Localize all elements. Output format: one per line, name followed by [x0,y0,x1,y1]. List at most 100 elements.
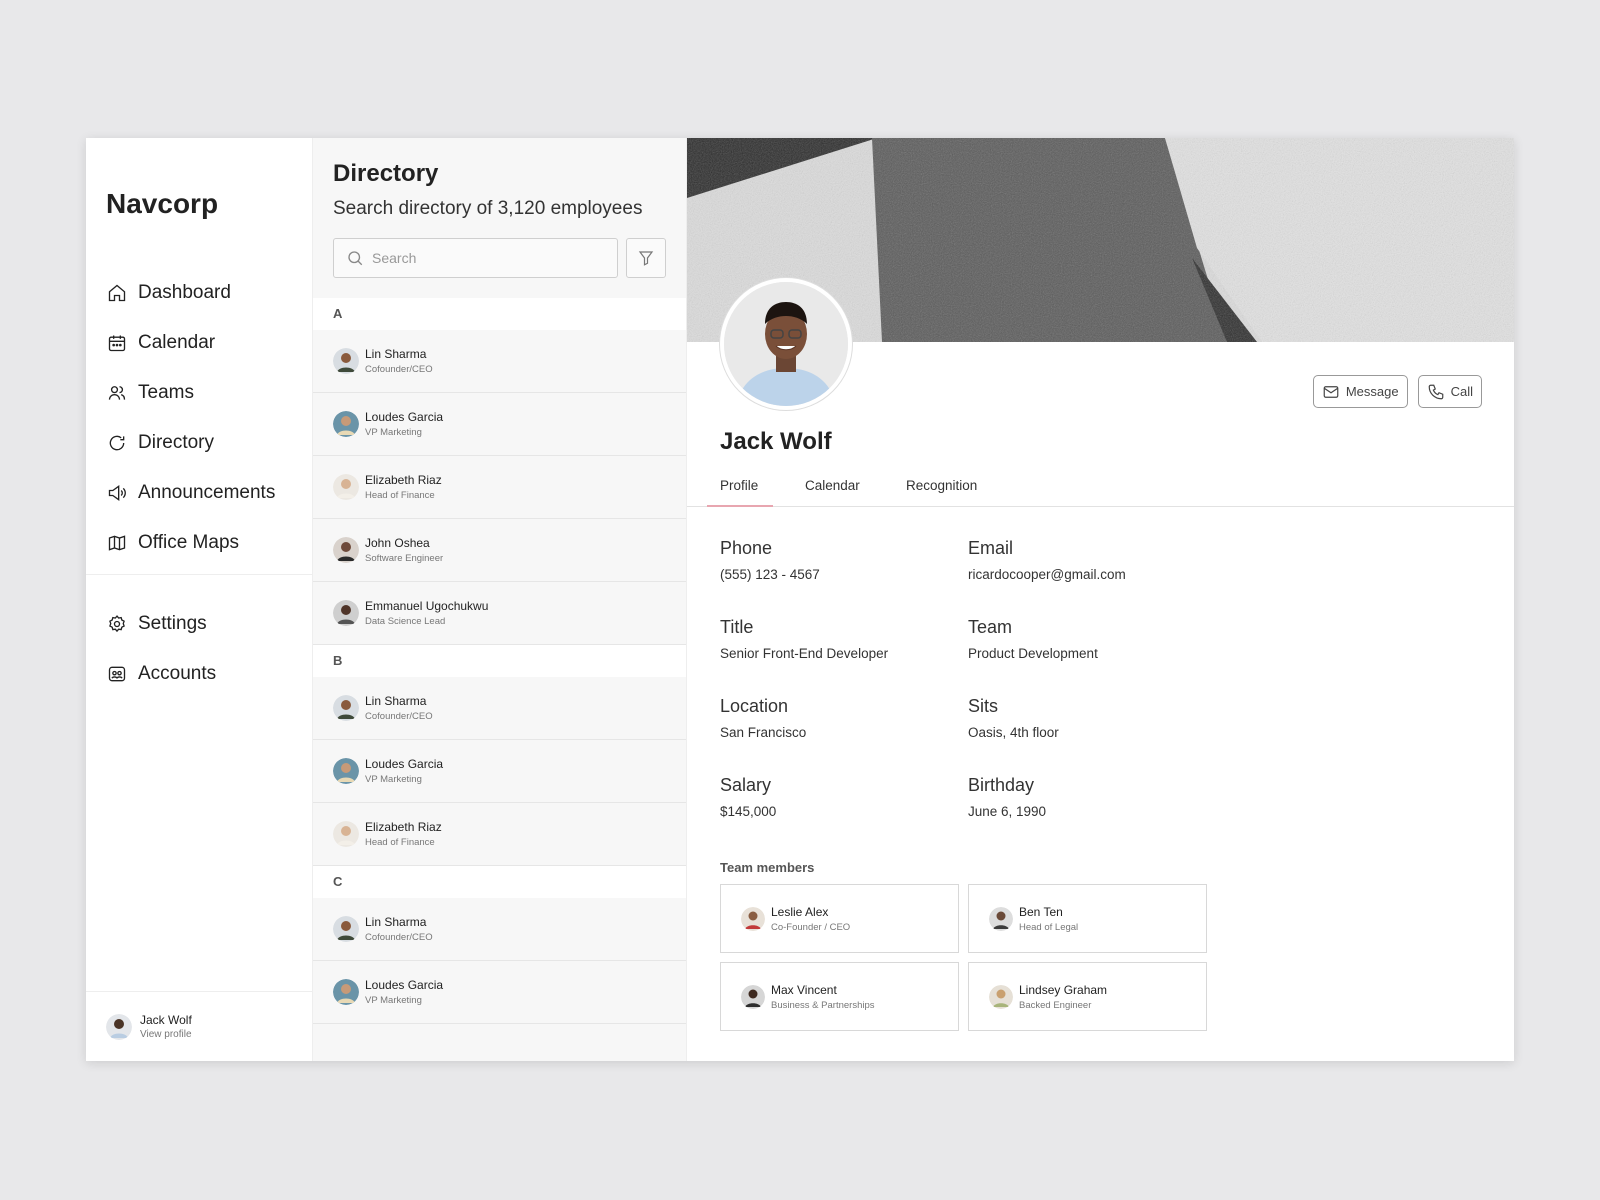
member-name: Leslie Alex [771,904,829,919]
tab-calendar[interactable]: Calendar [805,478,860,493]
person-name: John Oshea [365,536,430,550]
field-value: Oasis, 4th floor [968,725,1059,740]
filter-button[interactable] [626,238,666,278]
sidebar-item-directory[interactable]: Directory [86,418,312,468]
home-icon [106,282,128,304]
avatar [333,979,359,1005]
team-member-card[interactable]: Ben Ten Head of Legal [968,884,1207,953]
users-icon [106,382,128,404]
group-letter: A [313,298,686,330]
current-user[interactable]: Jack Wolf View profile [86,991,312,1061]
sidebar-item-teams[interactable]: Teams [86,368,312,418]
directory-icon [106,432,128,454]
list-item[interactable]: Elizabeth Riaz Head of Finance [313,456,686,519]
profile-actions: Message Call [1303,375,1482,408]
list-item[interactable]: Loudes Garcia VP Marketing [313,393,686,456]
calendar-icon [106,332,128,354]
field-label: Location [720,696,789,716]
sidebar-item-dashboard[interactable]: Dashboard [86,268,312,318]
field-value: June 6, 1990 [968,804,1047,819]
member-name: Ben Ten [1019,904,1063,919]
list-item[interactable]: Emmanuel Ugochukwu Data Science Lead [313,582,686,645]
call-button[interactable]: Call [1417,375,1482,408]
field-label: Birthday [968,775,1035,795]
app-window: Navcorp Dashboard Calendar Teams Directo… [86,138,1514,1061]
sidebar-nav: Dashboard Calendar Teams Directory Annou… [86,268,312,699]
field-label: Team [968,617,1013,637]
person-role: VP Marketing [365,427,422,438]
mail-icon [1323,385,1339,398]
avatar [741,906,765,931]
field-label: Title [720,617,754,637]
tab-profile[interactable]: Profile [720,478,758,493]
directory-subtitle: Search directory of 3,120 employees [333,198,643,219]
avatar [989,906,1013,931]
person-role: Head of Finance [365,837,435,848]
avatar [333,695,359,721]
profile-tabs: Profile Calendar Recognition [687,468,1514,507]
active-tab-indicator [707,505,773,507]
person-role: Cofounder/CEO [365,711,433,722]
search-placeholder: Search [372,250,417,266]
view-profile-link[interactable]: View profile [140,1029,192,1040]
sidebar-item-calendar[interactable]: Calendar [86,318,312,368]
directory-title: Directory [333,160,439,187]
sidebar-divider [86,574,312,575]
person-role: VP Marketing [365,774,422,785]
phone-icon [1428,384,1443,399]
team-member-card[interactable]: Leslie Alex Co-Founder / CEO [720,884,959,953]
profile-panel: Message Call Jack Wolf Profile Calendar … [687,138,1514,1061]
sidebar-item-settings[interactable]: Settings [86,599,312,649]
message-button[interactable]: Message [1312,375,1408,408]
list-item[interactable]: Lin Sharma Cofounder/CEO [313,330,686,393]
person-name: Elizabeth Riaz [365,473,442,487]
field-label: Email [968,538,1014,558]
avatar [333,916,359,942]
filter-icon [638,251,654,266]
member-name: Max Vincent [771,982,837,997]
sidebar-item-label: Directory [138,432,215,453]
field-team: Team Product Development [968,617,1098,661]
megaphone-icon [106,482,128,504]
avatar [333,348,359,374]
avatar [333,821,359,847]
field-value: Product Development [968,646,1098,661]
team-member-card[interactable]: Lindsey Graham Backed Engineer [968,962,1207,1031]
search-icon [348,251,363,266]
profile-avatar [720,278,852,410]
person-role: VP Marketing [365,995,422,1006]
sidebar-item-label: Teams [138,382,194,403]
member-name: Lindsey Graham [1019,982,1108,997]
sidebar: Navcorp Dashboard Calendar Teams Directo… [86,138,313,1061]
field-location: Location San Francisco [720,696,806,740]
field-value: San Francisco [720,725,807,740]
sidebar-item-label: Office Maps [138,532,240,553]
list-item[interactable]: John Oshea Software Engineer [313,519,686,582]
field-email: Email ricardocooper@gmail.com [968,538,1126,582]
team-member-card[interactable]: Max Vincent Business & Partnerships [720,962,959,1031]
member-role: Backed Engineer [1019,999,1092,1011]
sidebar-item-label: Dashboard [138,282,231,303]
sidebar-item-accounts[interactable]: Accounts [86,649,312,699]
list-item[interactable]: Loudes Garcia VP Marketing [313,740,686,803]
sidebar-item-label: Announcements [138,482,276,503]
list-item[interactable]: Elizabeth Riaz Head of Finance [313,803,686,866]
sidebar-item-announcements[interactable]: Announcements [86,468,312,518]
tab-recognition[interactable]: Recognition [906,478,977,493]
app-logo: Navcorp [106,188,219,219]
person-role: Head of Finance [365,490,435,501]
list-item[interactable]: Lin Sharma Cofounder/CEO [313,898,686,961]
field-sits: Sits Oasis, 4th floor [968,696,1059,740]
field-value: Senior Front-End Developer [720,646,889,661]
person-role: Cofounder/CEO [365,932,433,943]
person-name: Lin Sharma [365,347,427,361]
sidebar-item-office-maps[interactable]: Office Maps [86,518,312,568]
avatar [333,600,359,626]
avatar [333,758,359,784]
search-input[interactable]: Search [333,238,619,278]
list-item[interactable]: Loudes Garcia VP Marketing [313,961,686,1024]
person-name: Elizabeth Riaz [365,820,442,834]
person-name: Lin Sharma [365,694,427,708]
gear-icon [106,613,128,635]
list-item[interactable]: Lin Sharma Cofounder/CEO [313,677,686,740]
